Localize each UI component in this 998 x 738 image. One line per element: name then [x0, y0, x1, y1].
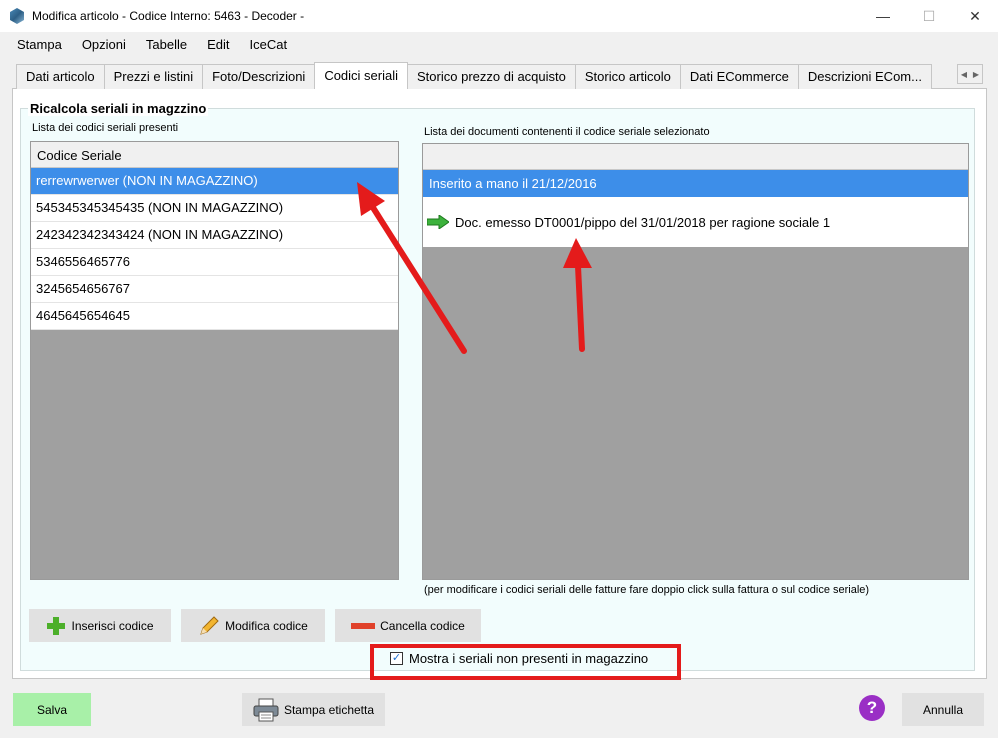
menu-stampa[interactable]: Stampa	[0, 34, 72, 56]
help-icon[interactable]: ?	[859, 695, 885, 721]
serial-row[interactable]: 3245654656767	[31, 276, 398, 303]
menu-bar: Stampa Opzioni Tabelle Edit IceCat	[0, 34, 297, 56]
plus-icon	[46, 616, 66, 636]
tab-descrizioni-ecommerce[interactable]: Descrizioni ECom...	[797, 64, 932, 89]
serial-row[interactable]: rerrewrwerwer (NON IN MAGAZZINO)	[31, 168, 398, 195]
delete-code-button[interactable]: Cancella codice	[335, 609, 481, 642]
app-icon	[10, 8, 24, 24]
tab-scroll-buttons: ◀ ▶	[957, 64, 983, 84]
documents-list[interactable]: Inserito a mano il 21/12/2016 Doc. emess…	[422, 143, 969, 580]
tab-scroll-right-icon[interactable]: ▶	[970, 65, 982, 83]
menu-edit[interactable]: Edit	[197, 34, 239, 56]
serials-list-label: Lista dei codici seriali presenti	[32, 122, 179, 134]
tab-prezzi-listini[interactable]: Prezzi e listini	[103, 64, 204, 89]
close-button[interactable]: ✕	[952, 0, 998, 32]
insert-code-label: Inserisci codice	[71, 618, 154, 633]
green-arrow-icon	[427, 215, 449, 229]
document-row-text: Doc. emesso DT0001/pippo del 31/01/2018 …	[455, 214, 831, 230]
serial-row[interactable]: 545345345345435 (NON IN MAGAZZINO)	[31, 195, 398, 222]
edit-code-button[interactable]: Modifica codice	[181, 609, 325, 642]
tab-scroll-left-icon[interactable]: ◀	[958, 65, 970, 83]
menu-opzioni[interactable]: Opzioni	[72, 34, 136, 56]
tab-storico-prezzo-acquisto[interactable]: Storico prezzo di acquisto	[407, 64, 576, 89]
tab-foto-descrizioni[interactable]: Foto/Descrizioni	[202, 64, 316, 89]
insert-code-button[interactable]: Inserisci codice	[29, 609, 171, 642]
serials-list-header[interactable]: Codice Seriale	[31, 142, 398, 168]
printer-icon	[253, 698, 279, 722]
documents-hint: (per modificare i codici seriali delle f…	[424, 584, 870, 596]
cancel-button[interactable]: Annulla	[902, 693, 984, 726]
maximize-button[interactable]: ☐	[906, 0, 952, 32]
minus-icon	[351, 622, 376, 630]
save-button[interactable]: Salva	[13, 693, 91, 726]
document-row[interactable]: Doc. emesso DT0001/pippo del 31/01/2018 …	[423, 197, 968, 247]
document-row[interactable]: Inserito a mano il 21/12/2016	[423, 170, 968, 197]
serial-row[interactable]: 5346556465776	[31, 249, 398, 276]
serial-row[interactable]: 4645645654645	[31, 303, 398, 330]
menu-icecat[interactable]: IceCat	[240, 34, 298, 56]
documents-list-header[interactable]	[423, 144, 968, 170]
serial-row[interactable]: 242342342343424 (NON IN MAGAZZINO)	[31, 222, 398, 249]
edit-code-label: Modifica codice	[225, 618, 308, 633]
annotation-highlight-box	[370, 644, 681, 680]
title-bar: Modifica articolo - Codice Interno: 5463…	[0, 0, 998, 32]
tab-storico-articolo[interactable]: Storico articolo	[574, 64, 681, 89]
tab-dati-articolo[interactable]: Dati articolo	[16, 64, 105, 89]
serials-list[interactable]: Codice Seriale rerrewrwerwer (NON IN MAG…	[30, 141, 399, 580]
window-title: Modifica articolo - Codice Interno: 5463…	[32, 9, 305, 23]
delete-code-label: Cancella codice	[380, 618, 465, 633]
group-title: Ricalcola seriali in magzzino	[28, 101, 209, 116]
tab-codici-seriali[interactable]: Codici seriali	[314, 62, 409, 89]
minimize-button[interactable]: —	[860, 0, 906, 32]
menu-tabelle[interactable]: Tabelle	[136, 34, 197, 56]
tab-strip: Dati articolo Prezzi e listini Foto/Desc…	[16, 62, 932, 89]
documents-list-label: Lista dei documenti contenenti il codice…	[424, 126, 710, 138]
pencil-icon	[198, 615, 220, 637]
print-label-text: Stampa etichetta	[283, 702, 375, 717]
print-label-button[interactable]: Stampa etichetta	[242, 693, 385, 726]
tab-dati-ecommerce[interactable]: Dati ECommerce	[679, 64, 799, 89]
